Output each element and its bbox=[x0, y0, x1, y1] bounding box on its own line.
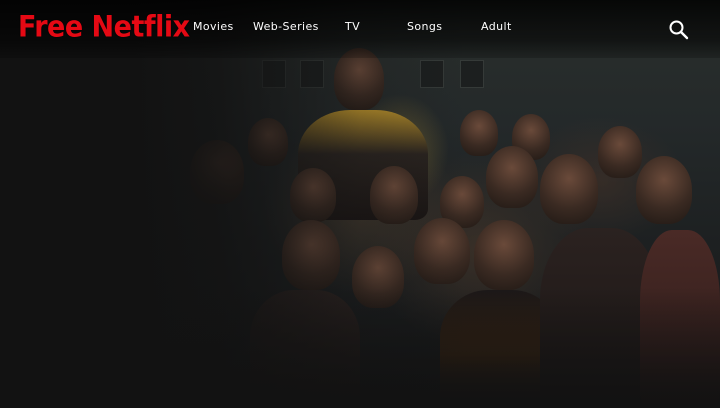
top-navigation-bar: Free Netflix Movies Web-Series TV Songs … bbox=[0, 0, 720, 58]
nav-item-tv[interactable]: TV bbox=[345, 20, 360, 33]
hero-banner-image[interactable] bbox=[0, 0, 720, 408]
nav-item-movies[interactable]: Movies bbox=[193, 20, 234, 33]
search-icon bbox=[669, 20, 689, 40]
site-logo[interactable]: Free Netflix bbox=[18, 10, 190, 44]
nav-item-songs[interactable]: Songs bbox=[407, 20, 442, 33]
nav-item-adult[interactable]: Adult bbox=[481, 20, 512, 33]
hero-bottom-fade bbox=[0, 288, 720, 408]
search-button[interactable] bbox=[668, 19, 690, 41]
nav-item-web-series[interactable]: Web-Series bbox=[253, 20, 319, 33]
page: Free Netflix Movies Web-Series TV Songs … bbox=[0, 0, 720, 408]
